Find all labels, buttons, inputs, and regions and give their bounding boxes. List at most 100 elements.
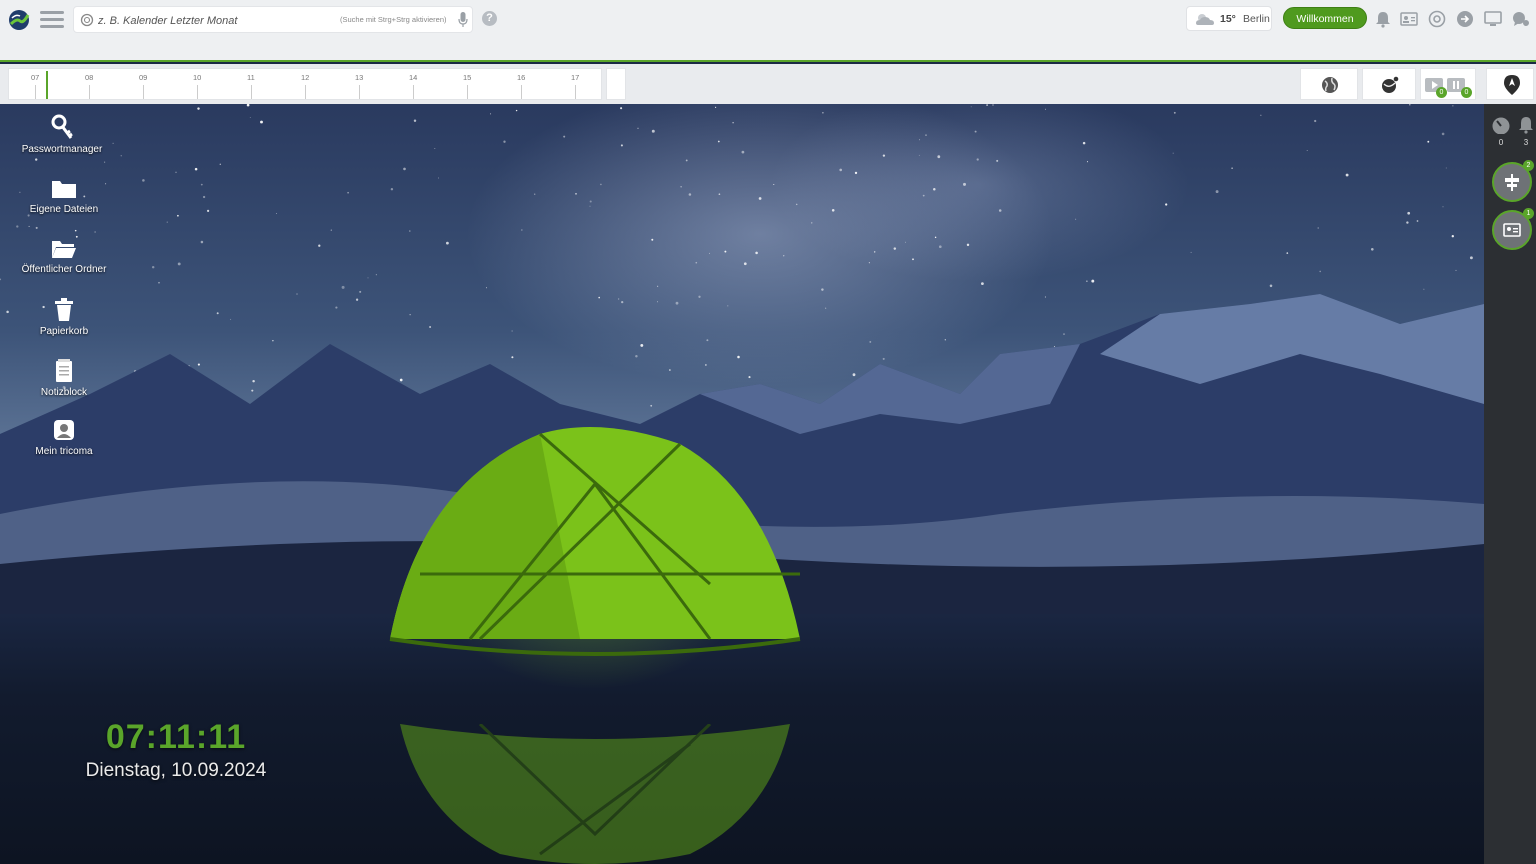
signpost-icon bbox=[1505, 174, 1519, 191]
star bbox=[35, 158, 38, 161]
chat-icon[interactable] bbox=[1511, 10, 1529, 28]
desktop-icon-eigene-dateien[interactable]: Eigene Dateien bbox=[14, 178, 114, 215]
desktop-wallpaper: Passwortmanager Eigene Dateien Öffentlic… bbox=[0, 104, 1484, 864]
compass-icon bbox=[1504, 75, 1520, 95]
desktop-clock: 07:11:11 bbox=[105, 718, 247, 756]
star bbox=[717, 140, 720, 143]
star bbox=[854, 171, 858, 175]
globe-button[interactable] bbox=[1300, 68, 1358, 100]
sidebar-badge: 1 bbox=[1523, 208, 1534, 219]
sidebar-signpost-button[interactable]: 2 bbox=[1492, 160, 1534, 202]
bell-icon[interactable] bbox=[1374, 10, 1392, 28]
star bbox=[1260, 114, 1262, 116]
timeline-bar: 07 08 09 10 11 12 13 14 15 16 17 0 0 bbox=[0, 64, 1536, 104]
desktop-icon-mein-tricoma[interactable]: Mein tricoma bbox=[14, 418, 114, 457]
star bbox=[200, 240, 204, 244]
timeline-hour: 14 bbox=[409, 73, 418, 82]
navigation-button[interactable] bbox=[1486, 68, 1534, 100]
star bbox=[318, 244, 321, 247]
help-icon[interactable]: ? bbox=[482, 11, 497, 26]
media-button[interactable]: 0 0 bbox=[1420, 68, 1476, 100]
star bbox=[16, 225, 19, 228]
star bbox=[741, 150, 745, 154]
star bbox=[811, 222, 813, 224]
desktop-icon-label: Papierkorb bbox=[39, 326, 89, 337]
star bbox=[219, 163, 221, 165]
star bbox=[922, 194, 925, 197]
star bbox=[575, 193, 577, 195]
hamburger-menu-icon[interactable] bbox=[40, 11, 64, 29]
media-badge: 0 bbox=[1461, 87, 1472, 98]
timeline-hour: 10 bbox=[193, 73, 202, 82]
welcome-button[interactable]: Willkommen bbox=[1283, 7, 1367, 29]
globe-icon bbox=[1322, 77, 1338, 93]
folder-icon bbox=[52, 181, 76, 198]
star bbox=[755, 251, 758, 255]
sidebar-badge: 2 bbox=[1523, 160, 1534, 171]
star bbox=[413, 119, 417, 122]
search-hint: (Suche mit Strg+Strg aktivieren) bbox=[340, 15, 447, 24]
desktop-icon-label: Passwortmanager bbox=[21, 144, 103, 155]
network-button[interactable] bbox=[1362, 68, 1416, 100]
sidebar-stat-notifications[interactable]: 3 bbox=[1515, 116, 1536, 147]
star bbox=[1452, 105, 1454, 107]
timeline-hour: 17 bbox=[571, 73, 580, 82]
star bbox=[976, 158, 979, 161]
desktop-icon-label: Eigene Dateien bbox=[29, 204, 99, 215]
star bbox=[1314, 119, 1317, 123]
timeline-tick bbox=[197, 85, 198, 99]
desktop-icon-notizblock[interactable]: Notizblock bbox=[14, 359, 114, 398]
star bbox=[347, 191, 349, 194]
timeline-tick bbox=[305, 85, 306, 99]
day-timeline[interactable]: 07 08 09 10 11 12 13 14 15 16 17 bbox=[8, 68, 602, 100]
desktop-icon-label: Öffentlicher Ordner bbox=[21, 264, 107, 275]
desktop-icon-papierkorb[interactable]: Papierkorb bbox=[14, 298, 114, 337]
star bbox=[151, 265, 155, 269]
weather-temperature: 15° bbox=[1220, 13, 1236, 25]
star bbox=[1451, 235, 1454, 238]
sidebar-stat-performance[interactable]: 0 bbox=[1490, 116, 1512, 147]
arrow-right-icon[interactable] bbox=[1456, 10, 1474, 28]
star bbox=[112, 142, 114, 144]
star bbox=[620, 144, 623, 147]
microphone-icon[interactable] bbox=[458, 12, 468, 28]
star bbox=[637, 127, 639, 129]
tent-reflection bbox=[400, 724, 790, 864]
sidebar-id-card-button[interactable]: 1 bbox=[1492, 208, 1534, 250]
star bbox=[403, 167, 406, 171]
desktop-date: Dienstag, 10.09.2024 bbox=[85, 760, 267, 781]
star bbox=[330, 229, 332, 231]
star bbox=[1086, 161, 1089, 163]
support-icon[interactable] bbox=[1428, 10, 1446, 28]
search-input[interactable] bbox=[96, 10, 330, 32]
trash-icon bbox=[55, 298, 73, 321]
timeline-tick bbox=[413, 85, 414, 99]
star bbox=[94, 231, 96, 233]
sidebar-stat-value: 3 bbox=[1523, 138, 1529, 147]
contacts-icon[interactable] bbox=[1400, 10, 1418, 28]
star bbox=[1442, 206, 1444, 208]
star bbox=[177, 262, 181, 266]
desktop-icon-passwortmanager[interactable]: Passwortmanager bbox=[12, 114, 112, 155]
star bbox=[822, 111, 824, 114]
star bbox=[893, 247, 897, 250]
monitor-icon[interactable] bbox=[1484, 10, 1502, 28]
star bbox=[1409, 104, 1411, 106]
timeline-scroll-handle[interactable] bbox=[606, 68, 626, 100]
star bbox=[142, 179, 145, 182]
star bbox=[795, 203, 798, 206]
star bbox=[992, 104, 994, 106]
star bbox=[882, 154, 886, 157]
weather-widget[interactable]: 15° Berlin bbox=[1186, 6, 1272, 31]
star bbox=[998, 209, 1002, 212]
star bbox=[1086, 280, 1088, 282]
top-bar: (Suche mit Strg+Strg aktivieren) ? 15° B… bbox=[0, 0, 1536, 62]
tricoma-logo-icon[interactable] bbox=[8, 9, 30, 31]
star bbox=[651, 129, 655, 133]
star bbox=[194, 167, 198, 171]
timeline-tick bbox=[467, 85, 468, 99]
star bbox=[1427, 140, 1430, 143]
star bbox=[1173, 111, 1176, 114]
desktop-icon-oeffentlicher-ordner[interactable]: Öffentlicher Ordner bbox=[14, 238, 114, 275]
network-icon bbox=[1382, 76, 1399, 93]
